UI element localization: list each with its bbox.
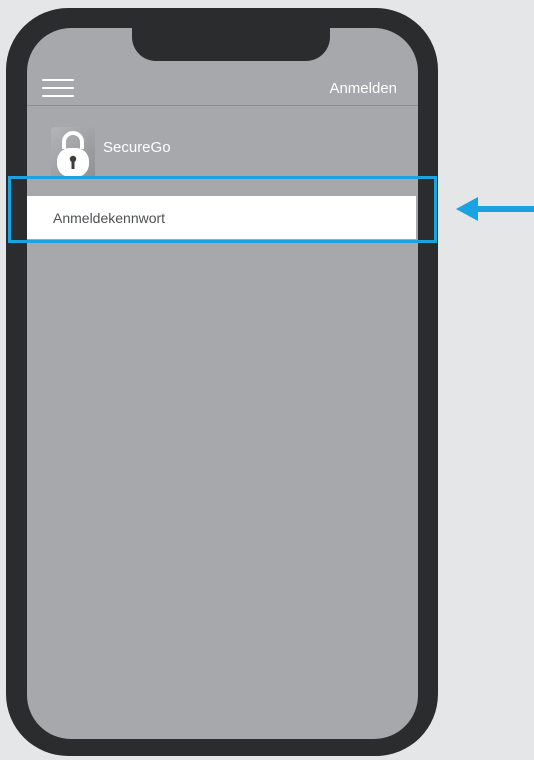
app-header: SecureGo	[51, 127, 171, 179]
login-password-label: Anmeldekennwort	[53, 209, 166, 226]
padlock-icon	[51, 127, 95, 179]
app-name: SecureGo	[103, 138, 171, 156]
login-password-field[interactable]: Anmeldekennwort	[27, 196, 416, 239]
hamburger-menu-icon[interactable]	[42, 79, 74, 99]
top-bar: Anmelden	[27, 69, 418, 106]
phone-notch	[132, 28, 330, 61]
phone-screen: Anmelden SecureGo Anmeldekennwort	[27, 28, 418, 739]
login-button[interactable]: Anmelden	[329, 80, 397, 97]
stage: Anmelden SecureGo Anmeldekennwort	[0, 0, 534, 760]
left-arrow-icon	[456, 197, 534, 221]
phone-frame: Anmelden SecureGo Anmeldekennwort	[6, 8, 438, 756]
